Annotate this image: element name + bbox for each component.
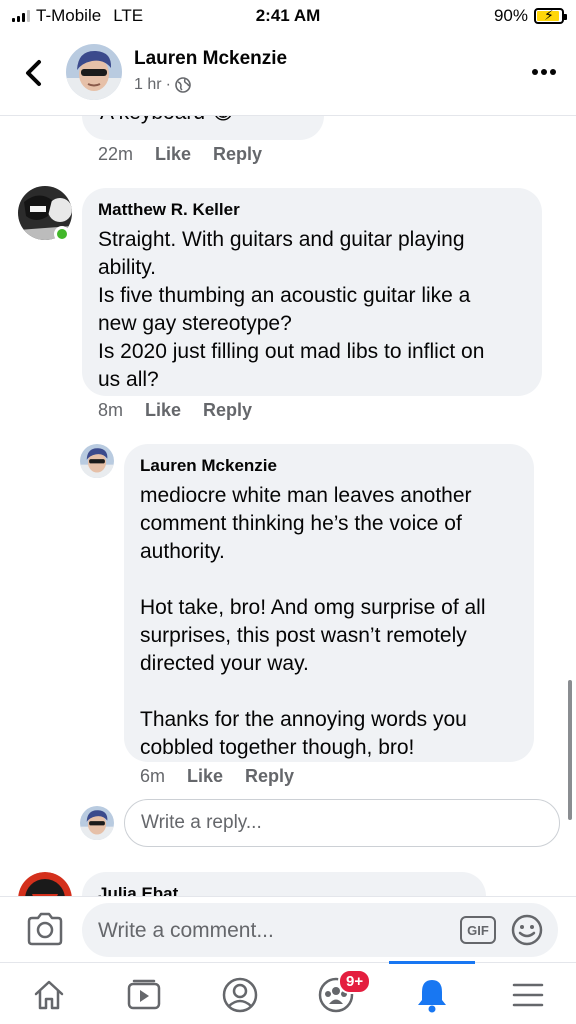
emoji-button[interactable] <box>510 913 544 947</box>
author-name[interactable]: Lauren Mckenzie <box>134 48 287 70</box>
nav-menu[interactable] <box>506 973 550 1017</box>
like-button[interactable]: Like <box>187 766 223 787</box>
comment-actions: 8m Like Reply <box>98 400 252 421</box>
nav-home[interactable] <box>27 973 71 1017</box>
comment-time: 8m <box>98 400 124 420</box>
post-meta: 1 hr · <box>134 76 191 94</box>
battery-percent: 90% <box>493 6 528 25</box>
current-user-avatar <box>80 806 114 840</box>
comment-text: Straight. With guitars and guitar playin… <box>98 228 485 391</box>
online-status-indicator <box>54 226 70 242</box>
comment-author[interactable]: Matthew R. Keller <box>98 200 526 220</box>
battery-icon: ⚡ <box>534 7 567 24</box>
bottom-navigation: 9+ <box>0 961 576 1024</box>
scrollbar[interactable] <box>568 680 572 820</box>
commenter-avatar[interactable] <box>18 872 72 896</box>
comment-input-placeholder: Write a comment... <box>98 919 274 942</box>
comment-time: 6m <box>140 766 166 786</box>
menu-icon <box>512 983 544 1007</box>
comment-input[interactable]: Write a comment... GIF <box>82 903 558 957</box>
more-dots-icon <box>532 69 556 75</box>
notification-badge: 9+ <box>338 969 372 994</box>
comment-author[interactable]: Julia Ebat <box>98 884 470 896</box>
post-time[interactable]: 1 hr <box>134 76 162 94</box>
like-button[interactable]: Like <box>145 400 181 421</box>
nav-watch[interactable] <box>122 973 166 1017</box>
active-tab-indicator <box>389 961 475 964</box>
camera-icon <box>27 912 63 946</box>
globe-icon <box>175 77 191 93</box>
battery-info: 90% ⚡ <box>493 6 567 26</box>
comment-text: mediocre white man leaves another commen… <box>140 484 486 759</box>
more-options-button[interactable] <box>530 58 558 86</box>
clock: 2:41 AM <box>255 6 321 25</box>
nav-notifications[interactable] <box>410 973 454 1017</box>
comment-author[interactable]: Lauren Mckenzie <box>140 456 518 476</box>
post-header: Lauren Mckenzie 1 hr · <box>0 34 576 116</box>
nav-profile[interactable] <box>218 973 262 1017</box>
nav-groups[interactable]: 9+ <box>314 969 372 1017</box>
comment-composer: Write a comment... GIF <box>0 896 576 962</box>
watch-icon <box>127 979 161 1010</box>
gif-button[interactable]: GIF <box>460 916 496 944</box>
reply-input[interactable]: Write a reply... <box>124 799 560 847</box>
comment-time: 22m <box>98 144 134 164</box>
comment-bubble[interactable]: Matthew R. Keller Straight. With guitars… <box>82 188 542 396</box>
profile-icon <box>222 977 258 1013</box>
back-button[interactable] <box>18 56 48 90</box>
smiley-icon <box>511 914 543 946</box>
author-avatar[interactable] <box>66 44 122 100</box>
commenter-avatar[interactable] <box>80 444 114 478</box>
reply-button[interactable]: Reply <box>245 766 294 787</box>
chevron-left-icon <box>26 60 41 86</box>
reply-button[interactable]: Reply <box>213 144 262 165</box>
comment-actions: 6m Like Reply <box>140 766 294 787</box>
comment-bubble[interactable]: A keyboard 😂 <box>82 116 324 140</box>
reply-bubble[interactable]: Lauren Mckenzie mediocre white man leave… <box>124 444 534 762</box>
reply-button[interactable]: Reply <box>203 400 252 421</box>
comment-bubble[interactable]: Julia Ebat <box>82 872 486 896</box>
notifications-icon <box>418 980 446 1013</box>
comment-actions: 22m Like Reply <box>98 144 262 165</box>
like-button[interactable]: Like <box>155 144 191 165</box>
meta-separator: · <box>165 76 171 93</box>
comments-list[interactable]: A keyboard 😂 22m Like Reply Matthew R. K… <box>0 116 576 896</box>
camera-button[interactable] <box>26 911 64 947</box>
reply-input-placeholder: Write a reply... <box>141 812 262 833</box>
status-bar: T-Mobile LTE 2:41 AM 90% ⚡ <box>0 0 576 34</box>
home-icon <box>34 980 64 1010</box>
comment-text: A keyboard 😂 <box>100 116 235 127</box>
